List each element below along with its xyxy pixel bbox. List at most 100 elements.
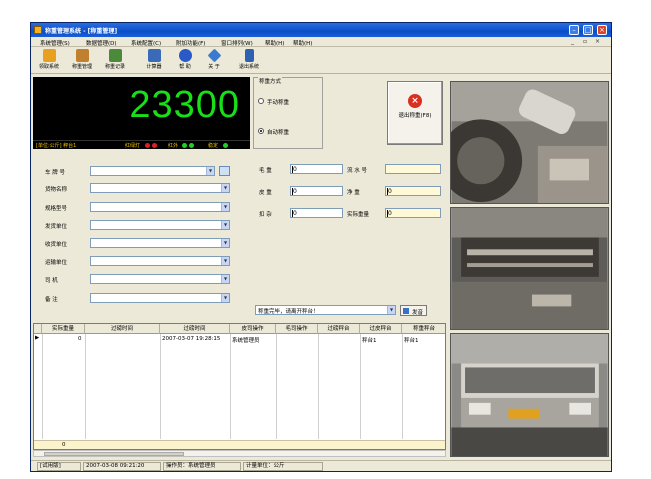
table-header: 实际重量 过磅时间 过磅时间 皮司操作 毛司操作 过磅秤台 过皮秤台 称重秤台	[34, 324, 445, 334]
chevron-down-icon[interactable]: ▼	[221, 275, 229, 283]
tare-field[interactable]: 0	[290, 186, 343, 196]
exit-system-button[interactable]: 退出系统	[234, 48, 264, 73]
camera-snapshot-3	[450, 333, 609, 457]
column-header[interactable]: 毛司操作	[276, 324, 318, 334]
net-field[interactable]: 0	[385, 186, 441, 196]
mdi-minimize-icon[interactable]: _	[571, 38, 574, 45]
license-status: [试用版]	[37, 462, 81, 471]
home-icon	[42, 49, 56, 62]
serial-label: 流 水 号	[347, 168, 367, 174]
stable-label: 稳定	[208, 143, 219, 149]
scale-icon	[75, 49, 89, 62]
application-window: 称重管理系统 - [称重管理] – □ × 系统管理(S) 数据管理(D) 系统…	[30, 22, 612, 472]
menu-window[interactable]: 窗口排列(W)	[221, 39, 253, 47]
help-icon	[178, 49, 192, 62]
help-button[interactable]: 帮 助	[170, 48, 200, 73]
exit-weighing-button[interactable]: × 退出称重(F8)	[387, 81, 443, 145]
about-button[interactable]: 关 于	[199, 48, 229, 73]
exit-door-icon	[244, 49, 254, 62]
driver-combo[interactable]: ▼	[90, 274, 230, 284]
menu-config[interactable]: 系统配置(C)	[131, 39, 161, 47]
close-button[interactable]: ×	[597, 25, 607, 35]
menu-system[interactable]: 系统管理(S)	[40, 39, 70, 47]
scale-status-strip: [单位:公斤] 秤台1 红绿灯 红外 稳定	[33, 140, 250, 149]
speaker-icon	[403, 308, 409, 314]
deduct-label: 扣 杂	[259, 212, 272, 218]
mdi-restore-icon[interactable]: ▫	[583, 38, 587, 45]
auto-mode-radio[interactable]	[258, 128, 264, 134]
chevron-down-icon[interactable]: ▼	[221, 239, 229, 247]
scale-unit-label: [单位:公斤] 秤台1	[36, 143, 77, 149]
gross-label: 毛 重	[259, 168, 272, 174]
app-icon	[34, 26, 42, 34]
serial-field[interactable]	[385, 164, 441, 174]
plate-label: 车 牌 号	[45, 170, 65, 176]
chevron-down-icon[interactable]: ▼	[206, 167, 214, 175]
chevron-down-icon[interactable]: ▼	[221, 221, 229, 229]
maximize-button[interactable]: □	[583, 25, 593, 35]
camera-snapshot-1	[450, 81, 609, 204]
auto-mode-label[interactable]: 自动称重	[267, 128, 289, 136]
column-header[interactable]: 过磅时间	[85, 324, 160, 334]
weight-display: 23300 [单位:公斤] 秤台1 红绿灯 红外 稳定	[33, 77, 250, 149]
column-header[interactable]: 过皮秤台	[360, 324, 402, 334]
column-header[interactable]: 称重秤台	[402, 324, 445, 334]
minimize-button[interactable]: –	[569, 25, 579, 35]
column-header[interactable]: 实际重量	[42, 324, 85, 334]
transport-combo[interactable]: ▼	[90, 256, 230, 266]
goods-combo[interactable]: ▼	[90, 183, 230, 193]
spec-combo[interactable]: ▼	[90, 202, 230, 212]
calculator-icon	[147, 49, 161, 62]
column-header[interactable]: 过磅时间	[160, 324, 230, 334]
total-weight: 0	[62, 442, 66, 448]
menu-help[interactable]: 帮助(H)	[265, 39, 284, 47]
menu-data[interactable]: 数据管理(D)	[86, 39, 117, 47]
chevron-down-icon[interactable]: ▼	[221, 184, 229, 192]
infrared-light-icon	[189, 143, 194, 148]
voice-message-combo[interactable]: 称重完毕，请离开秤台！ ▼	[255, 305, 396, 315]
status-operator: 操作员：系统管理员	[163, 462, 241, 471]
camera-capture-icon[interactable]	[219, 166, 230, 176]
menu-help-2[interactable]: 帮助(H)	[293, 39, 312, 47]
chevron-down-icon[interactable]: ▼	[387, 306, 395, 314]
weighing-button[interactable]: 称重管理	[67, 48, 97, 73]
receiver-label: 收货单位	[45, 242, 68, 248]
records-icon	[108, 49, 122, 62]
remark-combo[interactable]: ▼	[90, 293, 230, 303]
scrollbar-thumb[interactable]	[44, 452, 184, 456]
calculator-button[interactable]: 计算器	[139, 48, 169, 73]
spec-label: 规格型号	[45, 206, 68, 212]
actual-weight-field[interactable]: 0	[385, 208, 441, 218]
gross-field[interactable]: 0	[290, 164, 343, 174]
home-button[interactable]: 领取系统	[34, 48, 64, 73]
transport-label: 运输单位	[45, 260, 68, 266]
close-circle-icon: ×	[408, 94, 422, 108]
mdi-close-icon[interactable]: ×	[595, 38, 600, 45]
tare-label: 皮 重	[259, 190, 272, 196]
status-unit: 计量单位：公斤	[243, 462, 323, 471]
chevron-down-icon[interactable]: ▼	[221, 257, 229, 265]
table-summary-row: 0	[34, 440, 445, 449]
column-header[interactable]: 过磅秤台	[318, 324, 360, 334]
speak-button[interactable]: 发音	[400, 305, 427, 316]
chevron-down-icon[interactable]: ▼	[221, 294, 229, 302]
plate-combo[interactable]: ▼	[90, 166, 215, 176]
camera-snapshot-2	[450, 207, 609, 330]
deduct-field[interactable]: 0	[290, 208, 343, 218]
receiver-combo[interactable]: ▼	[90, 238, 230, 248]
driver-label: 司 机	[45, 278, 58, 284]
weighing-mode-group: 称重方式 手动称重 自动称重	[253, 77, 323, 149]
sender-combo[interactable]: ▼	[90, 220, 230, 230]
column-header[interactable]: 皮司操作	[230, 324, 276, 334]
chevron-down-icon[interactable]: ▼	[221, 203, 229, 211]
infrared-light-icon	[182, 143, 187, 148]
manual-mode-radio[interactable]	[258, 98, 264, 104]
records-button[interactable]: 称重记录	[100, 48, 130, 73]
window-title: 称重管理系统 - [称重管理]	[45, 28, 118, 35]
title-bar[interactable]: 称重管理系统 - [称重管理] – □ ×	[31, 23, 611, 37]
manual-mode-label[interactable]: 手动称重	[267, 98, 289, 106]
infrared-label: 红外	[168, 143, 179, 149]
menu-extra[interactable]: 附加功能(F)	[176, 39, 205, 47]
horizontal-scrollbar[interactable]	[33, 450, 446, 457]
actual-weight-label: 实际重量	[347, 212, 370, 218]
